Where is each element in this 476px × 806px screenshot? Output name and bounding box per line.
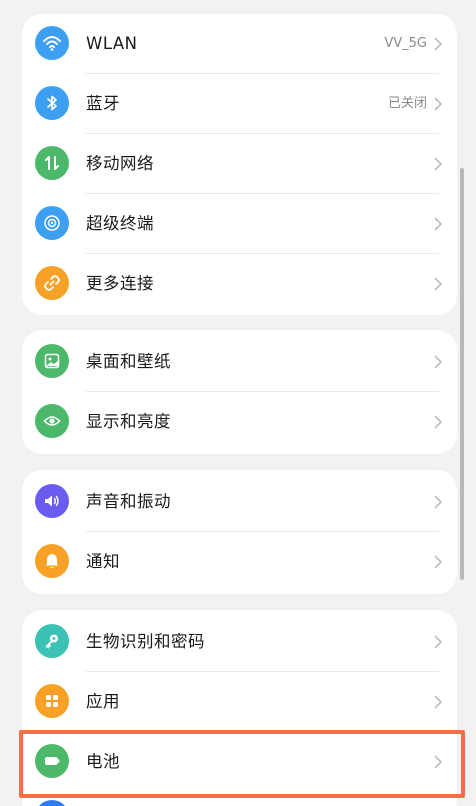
chevron-right-icon — [434, 695, 443, 709]
apps-grid-icon — [35, 684, 69, 718]
wifi-icon — [35, 26, 69, 60]
bell-icon — [35, 544, 69, 578]
settings-item-apps[interactable]: 应用 — [22, 672, 457, 732]
settings-item-sound-vibration[interactable]: 声音和振动 — [22, 472, 457, 532]
speaker-icon — [35, 484, 69, 518]
settings-item-label: 声音和振动 — [86, 492, 171, 511]
link-icon — [35, 266, 69, 300]
chevron-right-icon — [434, 635, 443, 649]
settings-item-label: 生物识别和密码 — [86, 632, 205, 651]
wallpaper-icon — [35, 344, 69, 378]
settings-item-biometrics-password[interactable]: 生物识别和密码 — [22, 612, 457, 672]
eye-icon — [35, 404, 69, 438]
settings-item-label: 更多连接 — [86, 274, 154, 293]
chevron-right-icon — [434, 555, 443, 569]
settings-item-more-connections[interactable]: 更多连接 — [22, 254, 457, 314]
wlan-network-name: VV_5G — [384, 36, 427, 51]
settings-item-notifications[interactable]: 通知 — [22, 532, 457, 592]
settings-item-mobile-network[interactable]: 移动网络 — [22, 134, 457, 194]
scrollbar[interactable] — [460, 168, 464, 580]
settings-item-wlan[interactable]: WLAN VV_5G — [22, 14, 457, 74]
settings-item-label: 通知 — [86, 552, 120, 571]
settings-item-label: 显示和亮度 — [86, 412, 171, 431]
settings-item-label: WLAN — [86, 34, 138, 53]
chevron-right-icon — [434, 495, 443, 509]
settings-page: WLAN VV_5G 蓝牙 已关闭 移动网络 超级终端 更多连接 桌面和壁纸 显… — [0, 0, 476, 806]
chevron-right-icon — [434, 277, 443, 291]
settings-item-label: 蓝牙 — [86, 94, 120, 113]
bluetooth-status: 已关闭 — [387, 96, 427, 111]
battery-highlight-frame — [19, 730, 465, 798]
key-icon — [35, 624, 69, 658]
settings-item-label: 超级终端 — [86, 214, 154, 233]
settings-item-desktop-wallpaper[interactable]: 桌面和壁纸 — [22, 332, 457, 392]
settings-item-label: 应用 — [86, 692, 120, 711]
chevron-right-icon — [434, 355, 443, 369]
chevron-right-icon — [434, 415, 443, 429]
settings-item-label: 桌面和壁纸 — [86, 352, 171, 371]
mobile-network-icon — [35, 146, 69, 180]
display-card: 桌面和壁纸 显示和亮度 — [22, 330, 457, 454]
settings-item-bluetooth[interactable]: 蓝牙 已关闭 — [22, 74, 457, 134]
super-terminal-icon — [35, 206, 69, 240]
settings-item-super-terminal[interactable]: 超级终端 — [22, 194, 457, 254]
chevron-right-icon — [434, 37, 443, 51]
sound-notification-card: 声音和振动 通知 — [22, 470, 457, 594]
settings-item-display-brightness[interactable]: 显示和亮度 — [22, 392, 457, 452]
chevron-right-icon — [434, 97, 443, 111]
chevron-right-icon — [434, 217, 443, 231]
bluetooth-icon — [35, 86, 69, 120]
chevron-right-icon — [434, 157, 443, 171]
connectivity-card: WLAN VV_5G 蓝牙 已关闭 移动网络 超级终端 更多连接 — [22, 14, 457, 315]
settings-item-label: 移动网络 — [86, 154, 154, 173]
